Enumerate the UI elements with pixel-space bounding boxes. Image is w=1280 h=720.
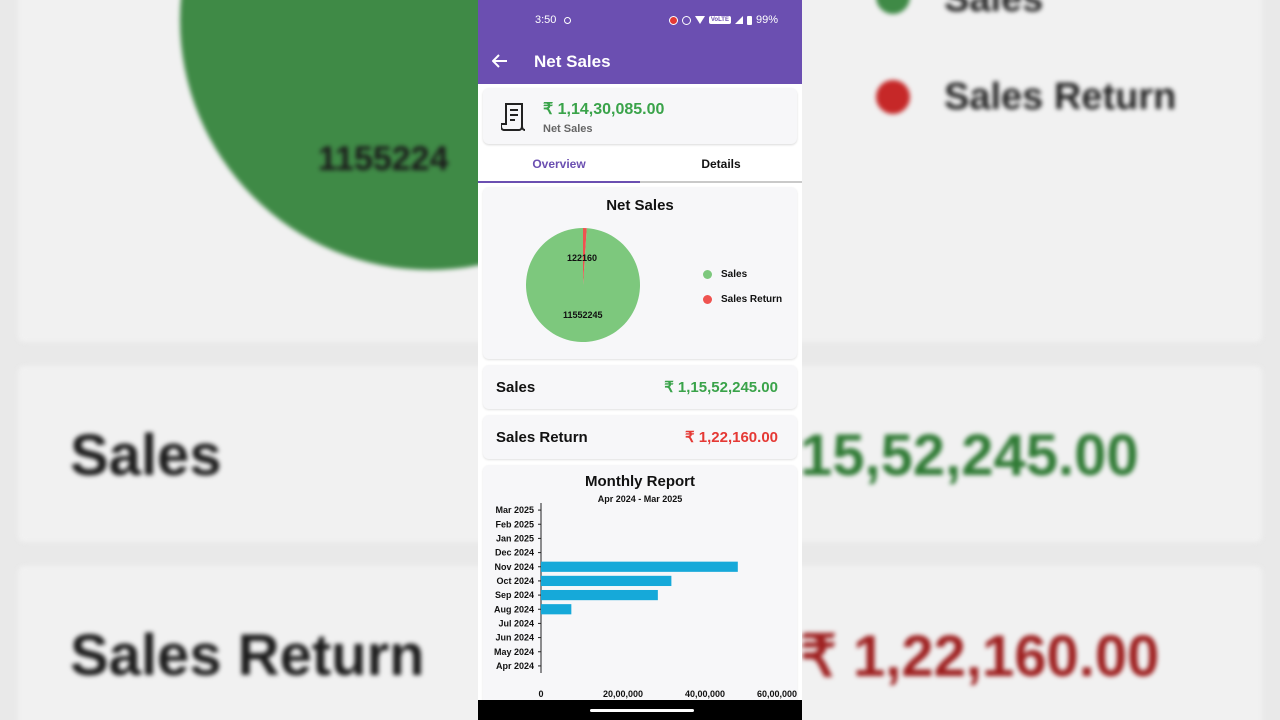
status-bar: 3:50 VoLTE 99% xyxy=(478,0,802,40)
pie-title: Net Sales xyxy=(606,197,674,214)
bg-sales-label: Sales xyxy=(70,423,222,488)
x-tick-label: 60,00,000 xyxy=(757,689,797,699)
dnd-icon xyxy=(681,15,691,25)
y-tick-label: Feb 2025 xyxy=(495,519,534,529)
bg-return-value: ₹ 1,22,160.00 xyxy=(800,624,1160,689)
bg-return-label: Sales Return xyxy=(70,623,425,688)
y-tick-label: May 2024 xyxy=(494,647,534,657)
pie-chart xyxy=(526,228,640,342)
y-tick-label: Apr 2024 xyxy=(496,661,534,671)
bar-aug-2024 xyxy=(541,604,572,615)
legend-item-sales: Sales xyxy=(703,269,747,280)
phone-screen: 3:50 VoLTE 99% Net Sales ₹ 1,14,30,085.0… xyxy=(478,0,802,720)
legend-item-sales-return: Sales Return xyxy=(703,294,782,305)
tab-overview[interactable]: Overview xyxy=(478,147,640,181)
bg-legend-sales: Sales xyxy=(944,0,1043,21)
legend-label-sales-return: Sales Return xyxy=(721,294,783,305)
sales-return-value: ₹ 1,22,160.00 xyxy=(685,429,778,446)
app-bar: Net Sales xyxy=(478,40,802,84)
sales-return-row: Sales Return ₹ 1,22,160.00 xyxy=(483,415,797,459)
tab-indicator xyxy=(478,181,640,183)
volte-badge: VoLTE xyxy=(708,16,731,24)
y-tick-label: Nov 2024 xyxy=(494,562,534,572)
bg-legend-return-icon xyxy=(876,80,910,114)
location-icon xyxy=(564,16,572,24)
bar-sep-2024 xyxy=(541,589,658,601)
bg-pie-label: 1155224 xyxy=(318,140,449,178)
y-tick-label: Oct 2024 xyxy=(496,576,534,586)
signal-icon xyxy=(734,16,743,24)
y-tick-label: Jan 2025 xyxy=(496,533,534,543)
battery-percent: 99% xyxy=(755,14,778,26)
sales-value: ₹ 1,15,52,245.00 xyxy=(664,379,778,396)
y-tick-label: Jul 2024 xyxy=(498,618,534,628)
net-sales-amount: ₹ 1,14,30,085.00 xyxy=(543,101,665,118)
monthly-bar-chart: Mar 2025 Feb 2025 Jan 2025 Dec 2024 Nov 2024… xyxy=(494,503,797,699)
y-tick-label: Sep 2024 xyxy=(495,590,534,600)
navigation-bar xyxy=(478,700,802,720)
x-tick-label: 0 xyxy=(538,689,543,699)
receipt-icon xyxy=(501,103,526,131)
sales-row: Sales ₹ 1,15,52,245.00 xyxy=(483,365,797,409)
sales-return-label: Sales Return xyxy=(496,428,588,446)
record-icon xyxy=(668,15,678,25)
tab-bar: Overview Details xyxy=(478,147,802,183)
bg-sales-value: 15,52,245.00 xyxy=(800,423,1139,488)
legend-label-sales: Sales xyxy=(721,269,748,280)
tab-details[interactable]: Details xyxy=(640,147,802,181)
y-tick-label: Dec 2024 xyxy=(495,548,534,558)
net-sales-label: Net Sales xyxy=(543,123,593,135)
monthly-report-card: Monthly Report Apr 2024 - Mar 2025 Mar 2… xyxy=(483,465,797,705)
battery-icon xyxy=(746,15,752,25)
status-time: 3:50 xyxy=(535,14,557,26)
y-tick-label: Jun 2024 xyxy=(495,633,534,643)
y-tick-label: Mar 2025 xyxy=(495,505,534,515)
net-sales-summary-card: ₹ 1,14,30,085.00 Net Sales xyxy=(483,88,797,144)
chart-title: Monthly Report xyxy=(585,473,695,490)
pie-icon xyxy=(703,270,712,279)
bar-oct-2024 xyxy=(541,575,672,587)
wifi-icon xyxy=(694,16,705,24)
page-title: Net Sales xyxy=(534,52,611,71)
home-gesture-handle[interactable] xyxy=(590,709,694,712)
net-sales-pie-card: Net Sales 122160 11552245 Sales Sales Re… xyxy=(483,187,797,359)
arrow-back-icon[interactable] xyxy=(491,52,524,73)
bar-nov-2024 xyxy=(541,561,738,572)
sales-label: Sales xyxy=(496,378,536,396)
bg-legend-return: Sales Return xyxy=(944,76,1177,118)
x-tick-label: 20,00,000 xyxy=(603,689,643,699)
y-tick-label: Aug 2024 xyxy=(494,604,534,614)
pie-label-return: 122160 xyxy=(567,253,598,263)
x-tick-label: 40,00,000 xyxy=(685,689,725,699)
pie-icon xyxy=(703,295,712,304)
pie-label-sales: 11552245 xyxy=(563,310,603,320)
